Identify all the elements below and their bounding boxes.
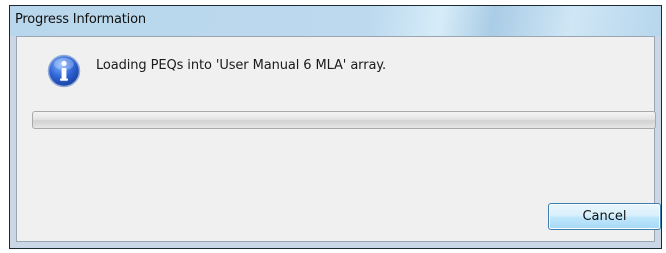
information-icon xyxy=(47,54,81,88)
window-title: Progress Information xyxy=(15,12,146,27)
progress-message: Loading PEQs into 'User Manual 6 MLA' ar… xyxy=(96,58,387,73)
cancel-button[interactable]: Cancel xyxy=(548,203,661,230)
progress-bar xyxy=(32,111,656,129)
progress-dialog-window: Progress Information Loading PEQs into '… xyxy=(9,5,662,249)
title-bar[interactable]: Progress Information xyxy=(10,6,661,36)
